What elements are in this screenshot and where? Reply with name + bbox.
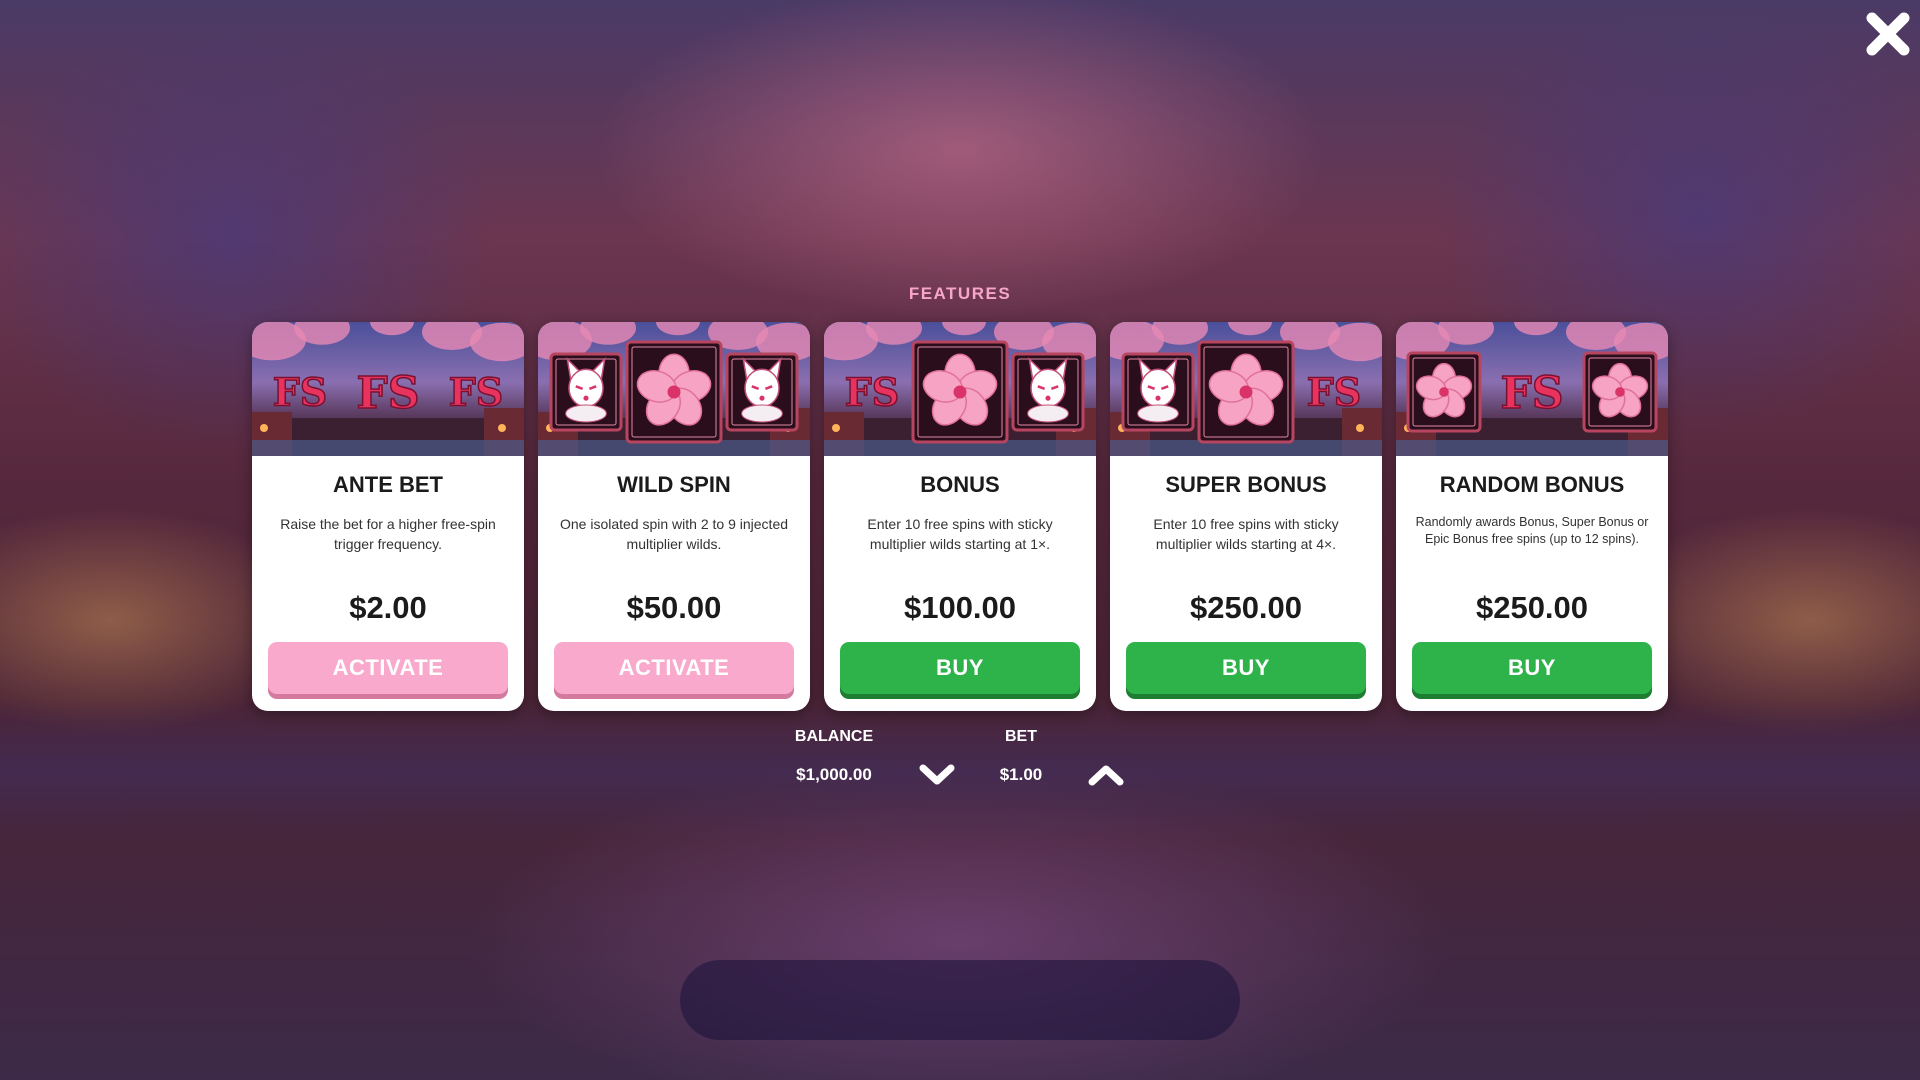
- card-price: $2.00: [349, 590, 427, 625]
- fox-mask-icon: [725, 352, 799, 432]
- cherry-blossom-icon: [625, 340, 723, 444]
- card-title: BONUS: [920, 472, 1000, 497]
- features-title: FEATURES: [908, 284, 1012, 303]
- svg-text:FS: FS: [845, 370, 899, 415]
- card-title: RANDOM BONUS: [1439, 472, 1625, 497]
- fox-mask-icon: [1121, 352, 1195, 432]
- card-price: $100.00: [903, 590, 1017, 625]
- balance-value: $1,000.00: [796, 765, 872, 784]
- card-image: FS: [1110, 322, 1382, 456]
- card-price: $250.00: [1475, 590, 1589, 625]
- card-description: One isolated spin with 2 to 9 injected m…: [559, 516, 789, 552]
- card-artwork: FS: [1110, 322, 1382, 456]
- bet-increase-button[interactable]: [1086, 760, 1126, 790]
- svg-text:FS: FS: [356, 368, 419, 419]
- bet-decrease-button[interactable]: [917, 760, 957, 790]
- feature-card-random-bonus: FS RANDOM BONUS Randomly awards Bonus, S…: [1396, 322, 1668, 711]
- background-reel-band: [0, 700, 1920, 840]
- activate-wild-spin-button[interactable]: ACTIVATE: [554, 642, 794, 694]
- card-description: Enter 10 free spins with sticky multipli…: [1153, 516, 1339, 552]
- background-control-bar: [680, 960, 1240, 1040]
- close-icon: [1866, 12, 1910, 56]
- card-description: Enter 10 free spins with sticky multipli…: [867, 516, 1053, 552]
- feature-card-super-bonus: FS SUPER BONUS Enter 10 free spins with …: [1110, 322, 1382, 711]
- fox-mask-icon: [549, 352, 623, 432]
- svg-text:FS: FS: [1500, 368, 1563, 419]
- feature-card-ante-bet: FS FS FS ANTE BET Raise the bet for a high…: [252, 322, 524, 711]
- card-image: FS FS FS: [252, 322, 524, 456]
- fs-symbol: FS: [1306, 369, 1362, 416]
- card-image: FS: [1396, 322, 1668, 456]
- card-title: SUPER BONUS: [1165, 472, 1327, 497]
- card-artwork: FS: [824, 322, 1096, 456]
- activate-ante-bet-button[interactable]: ACTIVATE: [268, 642, 508, 694]
- card-title: WILD SPIN: [617, 472, 731, 497]
- feature-card-bonus: FS BONUS Enter 10 free spins with sticky…: [824, 322, 1096, 711]
- buy-super-bonus-button[interactable]: BUY: [1126, 642, 1366, 694]
- card-image: FS: [824, 322, 1096, 456]
- close-button[interactable]: [1862, 8, 1914, 60]
- buy-bonus-button[interactable]: BUY: [840, 642, 1080, 694]
- card-artwork: FS FS FS: [252, 322, 524, 456]
- card-artwork: FS: [1396, 322, 1668, 456]
- svg-text:FS: FS: [449, 370, 503, 415]
- card-image: [538, 322, 810, 456]
- bet-value: $1.00: [999, 765, 1043, 784]
- feature-cards: FS FS FS ANTE BET Raise the bet for a high…: [252, 322, 1668, 712]
- fs-symbol: FS: [356, 367, 421, 420]
- chevron-down-icon: [919, 764, 955, 785]
- card-price: $50.00: [626, 590, 722, 625]
- card-artwork: [538, 322, 810, 456]
- fs-symbol: FS: [448, 369, 504, 416]
- card-description: Randomly awards Bonus, Super Bonus or Ep…: [1415, 515, 1649, 546]
- svg-text:FS: FS: [1307, 370, 1361, 415]
- svg-text:FS: FS: [273, 370, 327, 415]
- cherry-blossom-icon: [1197, 340, 1295, 444]
- card-price: $250.00: [1189, 590, 1303, 625]
- chevron-up-icon: [1088, 765, 1124, 786]
- card-title: ANTE BET: [333, 472, 443, 497]
- cherry-blossom-icon: [1582, 351, 1658, 433]
- fs-symbol: FS: [272, 369, 328, 416]
- feature-card-wild-spin: WILD SPIN One isolated spin with 2 to 9 …: [538, 322, 810, 711]
- fox-mask-icon: [1011, 352, 1085, 432]
- cherry-blossom-icon: [1406, 351, 1482, 433]
- balance-label: BALANCE: [794, 728, 874, 745]
- bet-label: BET: [1005, 728, 1037, 745]
- buy-random-bonus-button[interactable]: BUY: [1412, 642, 1652, 694]
- card-description: Raise the bet for a higher free-spin tri…: [280, 516, 496, 552]
- fs-symbol: FS: [844, 369, 900, 416]
- fs-symbol: FS: [1500, 367, 1565, 420]
- cherry-blossom-icon: [911, 340, 1009, 444]
